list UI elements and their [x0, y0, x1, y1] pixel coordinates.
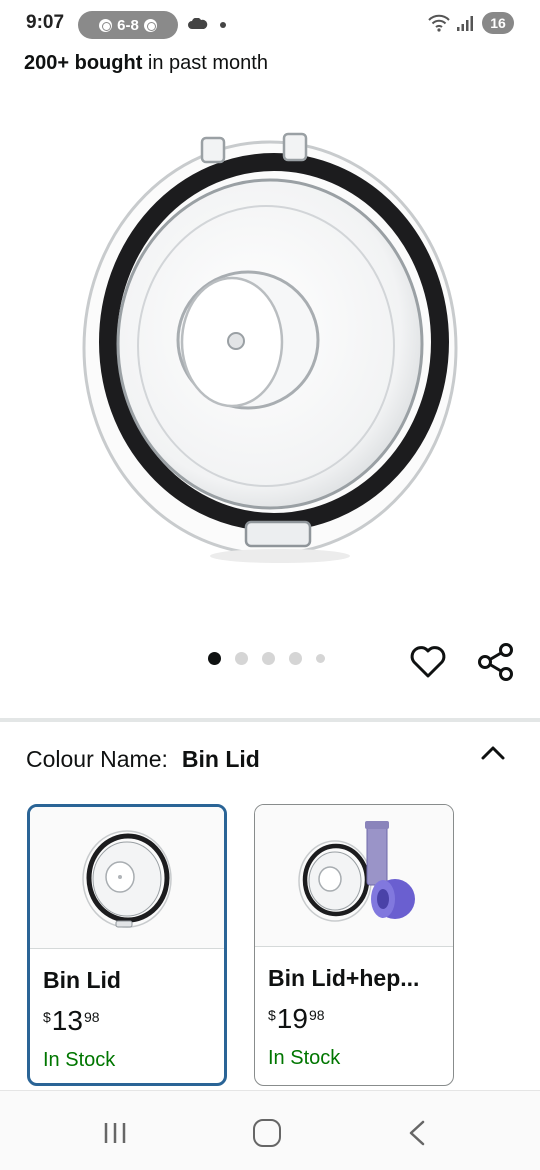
carousel-dot[interactable] — [262, 652, 275, 665]
swatch-title: Bin Lid+hep... — [268, 965, 420, 991]
heart-icon[interactable] — [409, 643, 447, 681]
bought-count-text: 200+ bought in past month — [24, 52, 268, 75]
price-fraction: 98 — [83, 1009, 100, 1025]
price-currency: $ — [43, 1009, 51, 1025]
colour-name-header: Colour Name: Bin Lid — [26, 746, 260, 773]
swatch-title: Bin Lid — [43, 967, 121, 993]
status-time: 9:07 — [26, 12, 65, 33]
carousel-dot[interactable] — [235, 652, 248, 665]
cloud-icon — [188, 18, 208, 29]
colour-swatch-bin-lid-hepa[interactable]: Bin Lid+hep... $ 19 98 In Stock — [254, 804, 454, 1086]
share-icon[interactable] — [476, 642, 516, 682]
price-whole: 13 — [51, 1005, 83, 1036]
price-whole: 19 — [276, 1003, 308, 1034]
team-logo-icon — [143, 18, 157, 32]
team-logo-icon — [99, 18, 113, 32]
product-image[interactable] — [70, 110, 470, 580]
back-icon[interactable] — [406, 1119, 428, 1147]
bought-count: 200+ bought — [24, 52, 143, 74]
carousel-dot[interactable] — [289, 652, 302, 665]
price-currency: $ — [268, 1007, 276, 1023]
colour-swatch-bin-lid[interactable]: Bin Lid $ 13 98 In Stock — [27, 804, 227, 1086]
status-bar: 9:07 6-8 16 — [0, 0, 540, 48]
swatch-price: $ 13 98 — [43, 1005, 100, 1037]
colour-name-value: Bin Lid — [181, 746, 260, 772]
section-divider — [0, 718, 540, 722]
stock-status: In Stock — [43, 1049, 116, 1071]
colour-name-label: Colour Name: — [26, 746, 168, 772]
wifi-icon — [428, 14, 450, 32]
swatch-price: $ 19 98 — [268, 1003, 325, 1035]
home-button-icon[interactable] — [253, 1119, 281, 1147]
recent-apps-icon[interactable] — [102, 1121, 128, 1145]
bin-lid-hepa-thumbnail — [298, 821, 415, 922]
stock-status: In Stock — [268, 1047, 341, 1069]
image-carousel-indicator — [208, 652, 325, 665]
signal-icon — [457, 16, 473, 31]
sports-score-notification: 6-8 — [78, 11, 178, 39]
swatch-image — [30, 807, 224, 949]
bought-suffix: in past month — [142, 52, 268, 74]
bin-lid-thumbnail — [82, 830, 172, 928]
notification-dot — [220, 22, 226, 28]
score-text: 6-8 — [117, 16, 139, 34]
carousel-dot[interactable] — [316, 654, 325, 663]
chevron-up-icon[interactable] — [478, 738, 508, 768]
swatch-image — [255, 805, 453, 947]
price-fraction: 98 — [308, 1007, 325, 1023]
carousel-dot[interactable] — [208, 652, 221, 665]
system-nav-bar — [0, 1090, 540, 1170]
battery-icon: 16 — [482, 12, 514, 34]
